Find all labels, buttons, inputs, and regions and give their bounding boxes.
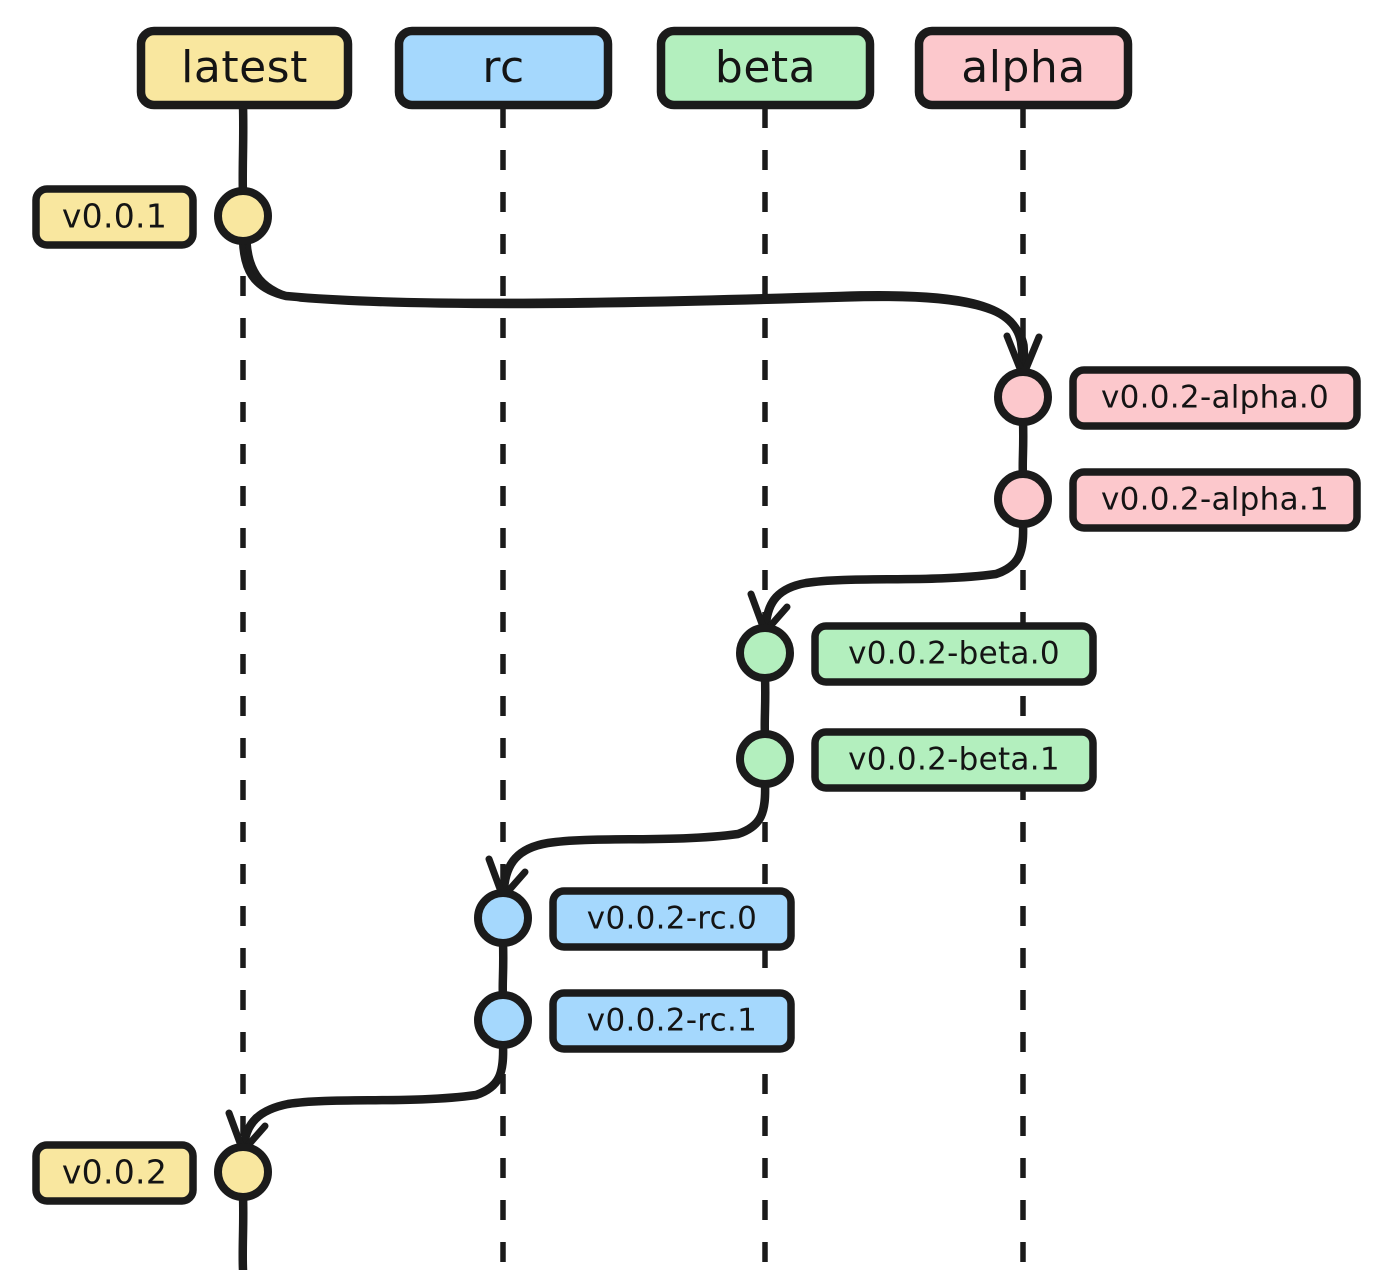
branch-header-beta-label: beta (715, 42, 816, 93)
commit-tag-v0-0-2-beta-1[interactable]: v0.0.2-beta.1 (811, 728, 1097, 792)
commit-tag-v0-0-2-rc-1[interactable]: v0.0.2-rc.1 (549, 989, 795, 1053)
commit-tag-v0-0-2-label: v0.0.2 (62, 1153, 167, 1192)
commit-tag-v0-0-1[interactable]: v0.0.1 (32, 185, 197, 249)
edge-c5-to-c6 (498, 778, 770, 903)
branch-header-rc-label: rc (482, 42, 524, 93)
branch-headers: latest rc beta alpha (136, 26, 1133, 110)
edge-c2-to-c3 (1018, 416, 1028, 481)
commit-tag-v0-0-1-label: v0.0.1 (62, 197, 167, 236)
edge-c4-to-c5 (760, 672, 770, 741)
commit-node-v0-0-2[interactable] (214, 1143, 272, 1201)
commit-tag-v0-0-2-rc-1-label: v0.0.2-rc.1 (587, 1003, 757, 1039)
commit-tag-v0-0-2-rc-0[interactable]: v0.0.2-rc.0 (549, 887, 795, 951)
branch-lanes (240, 108, 1026, 1270)
commit-tag-v0-0-2-alpha-0-label: v0.0.2-alpha.0 (1101, 380, 1329, 416)
commit-node-v0-0-2-beta-0[interactable] (736, 624, 794, 682)
branch-header-latest[interactable]: latest (136, 26, 353, 110)
commit-tag-v0-0-2-rc-0-label: v0.0.2-rc.0 (587, 901, 757, 937)
commit-tag-v0-0-2-beta-1-label: v0.0.2-beta.1 (848, 742, 1060, 778)
commit-tag-v0-0-2-beta-0-label: v0.0.2-beta.0 (848, 636, 1060, 672)
commit-node-v0-0-2-beta-1[interactable] (736, 730, 794, 788)
edge-latest-tail (238, 1191, 248, 1270)
commit-node-v0-0-2-rc-1[interactable] (474, 991, 532, 1049)
commit-tag-v0-0-2[interactable]: v0.0.2 (32, 1141, 197, 1205)
commit-node-v0-0-1[interactable] (214, 187, 272, 245)
branch-header-alpha[interactable]: alpha (914, 26, 1133, 110)
edge-c6-to-c7 (498, 937, 508, 1002)
commit-node-v0-0-2-alpha-0[interactable] (994, 368, 1052, 426)
graph-canvas: latest rc beta alpha v0.0.1 v0.0.2-alpha… (32, 26, 1361, 1270)
commit-tag-v0-0-2-alpha-1-label: v0.0.2-alpha.1 (1101, 482, 1329, 518)
commit-tag-v0-0-2-beta-0[interactable]: v0.0.2-beta.0 (811, 622, 1097, 686)
commit-node-v0-0-2-rc-0[interactable] (474, 889, 532, 947)
commit-tag-v0-0-2-alpha-0[interactable]: v0.0.2-alpha.0 (1069, 366, 1361, 430)
branch-header-rc[interactable]: rc (394, 26, 613, 110)
branch-header-alpha-label: alpha (961, 42, 1085, 93)
commit-tags: v0.0.1 v0.0.2-alpha.0 v0.0.2-alpha.1 v0.… (32, 185, 1361, 1205)
branch-header-latest-label: latest (181, 42, 308, 93)
edge-c1-to-c2-sketch (245, 239, 1029, 379)
release-graph-diagram: latest rc beta alpha v0.0.1 v0.0.2-alpha… (0, 0, 1397, 1270)
commit-tag-v0-0-2-alpha-1[interactable]: v0.0.2-alpha.1 (1069, 468, 1361, 532)
commit-node-v0-0-2-alpha-1[interactable] (994, 470, 1052, 528)
edge-latest-head-stub (238, 101, 248, 201)
edge-c3-to-c4 (760, 518, 1028, 640)
branch-header-beta[interactable]: beta (656, 26, 875, 110)
edge-c7-to-c8 (238, 1039, 508, 1159)
commit-edges (225, 101, 1043, 1270)
